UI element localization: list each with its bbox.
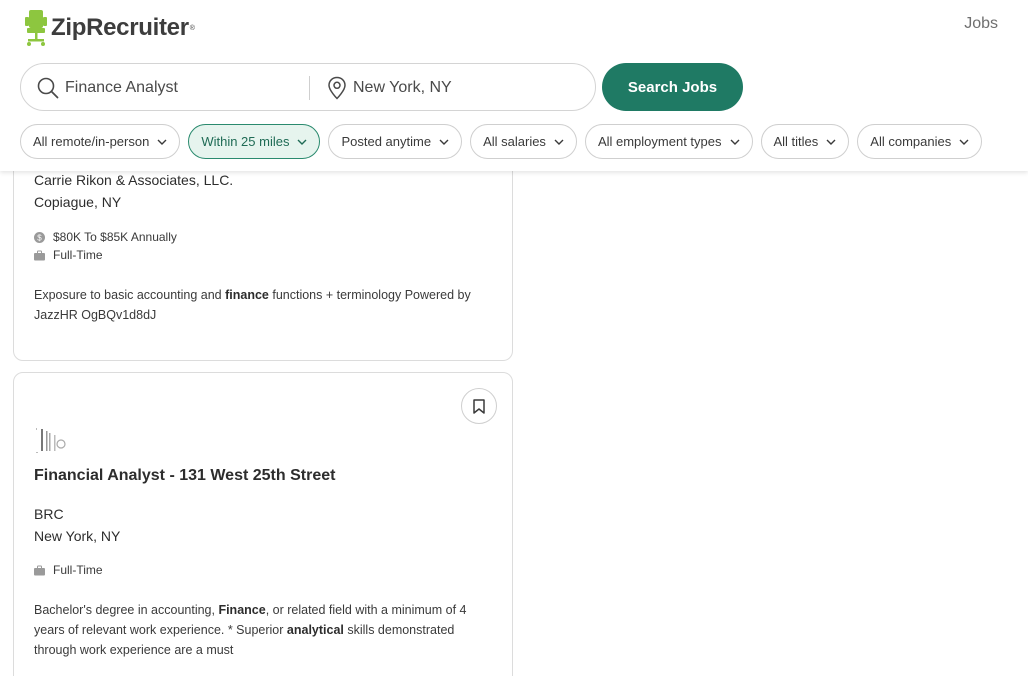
filter-companies[interactable]: All companies	[857, 124, 983, 159]
employment-type-row: Full-Time	[34, 248, 103, 262]
filter-employment-types[interactable]: All employment types	[584, 124, 753, 159]
job-card[interactable]: Financial Analyst - 131 West 25th Street…	[13, 372, 513, 676]
salary-text: $80K To $85K Annually	[53, 230, 177, 244]
filter-label: All titles	[773, 134, 819, 149]
chevron-down-icon	[157, 139, 167, 145]
employment-type-text: Full-Time	[53, 248, 103, 262]
employment-type-row: Full-Time	[34, 563, 103, 577]
briefcase-icon	[34, 565, 45, 575]
search-bar	[20, 63, 596, 111]
desc-part: Exposure to basic accounting and	[34, 288, 226, 302]
nav-jobs-link[interactable]: Jobs	[964, 15, 998, 33]
salary-row: $ $80K To $85K Annually	[34, 230, 177, 244]
company-name: BRC	[34, 506, 64, 522]
filter-distance[interactable]: Within 25 miles	[188, 124, 321, 159]
top-header: ZipRecruiter® Jobs Search Jobs All remot…	[0, 0, 1028, 171]
employment-type-text: Full-Time	[53, 563, 103, 577]
bookmark-icon	[473, 398, 485, 414]
chevron-down-icon	[439, 139, 449, 145]
logo-text: ZipRecruiter	[51, 14, 189, 41]
company-name: Carrie Rikon & Associates, LLC.	[34, 172, 234, 188]
location-pin-icon	[328, 76, 346, 100]
desc-highlight: Finance	[218, 603, 266, 617]
job-description: Bachelor's degree in accounting, Finance…	[34, 600, 494, 660]
filter-label: All companies	[870, 134, 952, 149]
filter-label: Posted anytime	[341, 134, 432, 149]
chair-logo-icon	[25, 10, 47, 46]
filter-bar: All remote/in-person Within 25 miles Pos…	[20, 124, 983, 159]
keyword-search-input[interactable]	[65, 76, 320, 100]
ziprecruiter-logo[interactable]: ZipRecruiter ®	[25, 10, 195, 46]
filter-remote[interactable]: All remote/in-person	[20, 124, 181, 159]
dollar-icon: $	[34, 231, 45, 243]
job-location: Copiague, NY	[34, 194, 122, 210]
job-location: New York, NY	[34, 528, 121, 544]
filter-label: All salaries	[483, 134, 546, 149]
chevron-down-icon	[959, 139, 969, 145]
filter-salaries[interactable]: All salaries	[470, 124, 577, 159]
save-job-button[interactable]	[461, 388, 497, 424]
search-jobs-button[interactable]: Search Jobs	[602, 63, 743, 111]
filter-label: All remote/in-person	[33, 134, 150, 149]
desc-highlight: analytical	[286, 623, 344, 637]
filter-label: Within 25 miles	[201, 134, 290, 149]
chevron-down-icon	[297, 139, 307, 145]
search-divider	[309, 76, 310, 100]
filter-posted[interactable]: Posted anytime	[328, 124, 463, 159]
search-icon	[37, 77, 59, 99]
location-search-input[interactable]	[353, 76, 583, 100]
desc-highlight: finance	[225, 288, 269, 302]
briefcase-icon	[34, 250, 45, 260]
chevron-down-icon	[554, 139, 564, 145]
logo-trademark: ®	[189, 24, 195, 32]
svg-text:$: $	[37, 233, 42, 242]
chevron-down-icon	[826, 139, 836, 145]
filter-label: All employment types	[597, 134, 722, 149]
chevron-down-icon	[730, 139, 739, 145]
desc-part: Bachelor's degree in accounting,	[34, 603, 219, 617]
company-logo-image	[36, 428, 66, 453]
filter-titles[interactable]: All titles	[760, 124, 850, 159]
job-title-link[interactable]: Financial Analyst - 131 West 25th Street	[34, 467, 335, 485]
job-description: Exposure to basic accounting and finance…	[34, 285, 494, 325]
